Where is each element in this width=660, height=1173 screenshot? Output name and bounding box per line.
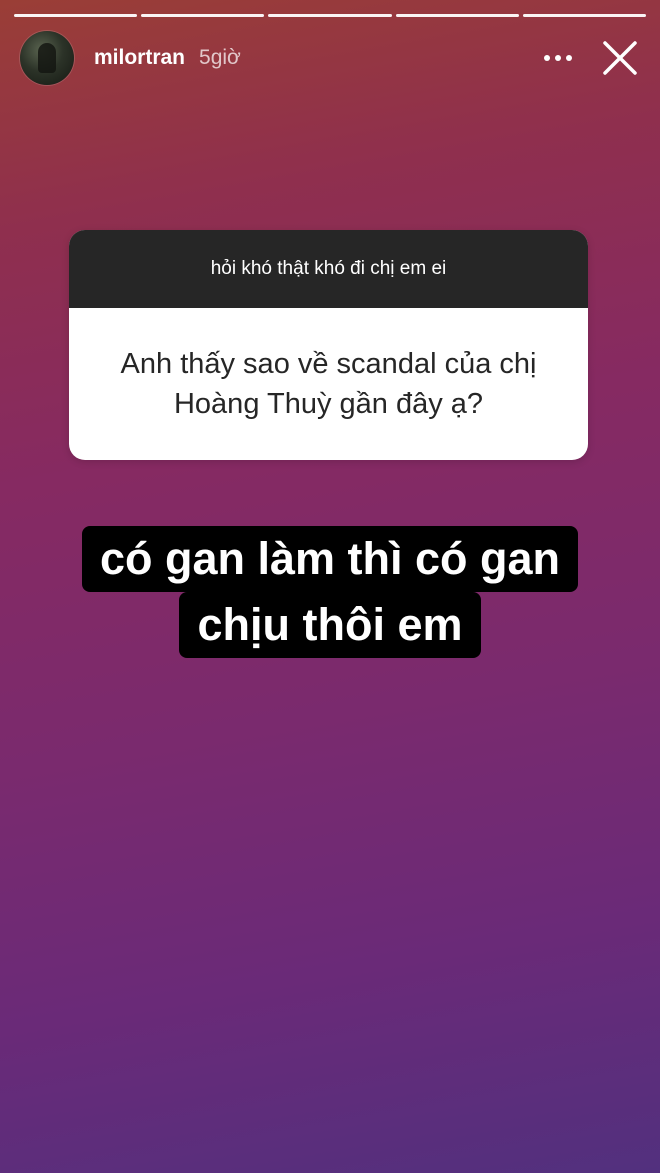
avatar[interactable]	[20, 31, 74, 85]
story-header: milortran 5giờ	[20, 30, 644, 86]
progress-segment	[268, 14, 392, 17]
answer-text-block: có gan làm thì có gan chịu thôi em	[0, 526, 660, 658]
progress-segment	[395, 14, 519, 17]
close-icon[interactable]	[596, 34, 644, 82]
question-prompt: hỏi khó thật khó đi chị em ei	[69, 230, 588, 308]
answer-line-1: có gan làm thì có gan	[81, 526, 579, 592]
question-text: Anh thấy sao về scandal của chị Hoàng Th…	[120, 348, 537, 420]
progress-segment	[14, 14, 138, 17]
progress-segment	[522, 14, 647, 17]
post-time: 5giờ	[199, 46, 241, 69]
progress-segment	[141, 14, 265, 17]
story-progress-bar	[14, 14, 647, 17]
more-dots-icon[interactable]	[538, 38, 578, 78]
question-sticker: hỏi khó thật khó đi chị em ei Anh thấy s…	[69, 230, 588, 460]
username[interactable]: milortran	[94, 46, 185, 70]
answer-line-2: chịu thôi em	[179, 592, 481, 658]
